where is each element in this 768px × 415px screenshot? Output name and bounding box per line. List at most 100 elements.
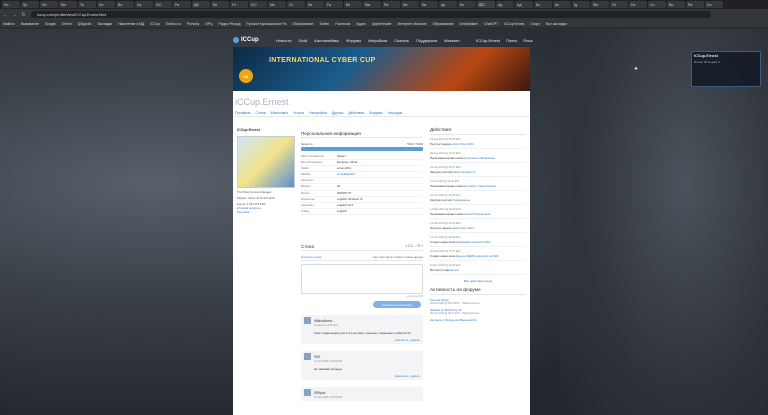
menu-item[interactable]: Инфобаза (368, 38, 387, 43)
bookmark-item[interactable]: Спорт (530, 22, 540, 26)
browser-tab[interactable]: Бо (534, 1, 552, 8)
browser-tab[interactable]: Со (705, 1, 723, 8)
browser-tab[interactable]: Mo (59, 1, 77, 8)
bookmark-item[interactable]: Выживание (21, 22, 39, 26)
browser-tab[interactable]: Sp (21, 1, 39, 8)
profile-tab[interactable]: Действия (348, 111, 364, 115)
url-field[interactable]: iccup.com/profile/view/ICCup.Ernest.html (31, 11, 711, 18)
browser-tab[interactable]: Бе (211, 1, 229, 8)
browser-tab[interactable]: Ра (173, 1, 191, 8)
bookmark-item[interactable]: iCCup (150, 22, 159, 26)
event-link[interactable]: Сохраненное (453, 198, 470, 202)
bookmark-item[interactable]: iCCup Ernest (504, 22, 524, 26)
browser-tab[interactable]: iCC (154, 1, 172, 8)
browser-tab[interactable]: De (306, 1, 324, 8)
profile-tab[interactable]: Форумы (369, 111, 383, 115)
post-actions[interactable]: ответить на · удалить (304, 375, 420, 378)
browser-tab[interactable]: ДФ (192, 1, 210, 8)
browser-tab[interactable]: Ла (135, 1, 153, 8)
event-link[interactable]: admin-icb-game-2 (453, 170, 476, 174)
menu-item[interactable]: Кастомгеймы (314, 38, 339, 43)
browser-tab[interactable]: Гл (230, 1, 248, 8)
event-link[interactable]: Медиадарк новостей 2024 (456, 240, 490, 244)
event-link[interactable]: Admin Tour 2024 (452, 226, 473, 230)
bookmark-item[interactable]: Google (45, 22, 56, 26)
browser-tab[interactable]: Во (116, 1, 134, 8)
bookmark-item[interactable]: Население в МД (118, 22, 144, 26)
post-author[interactable]: WildcatArma... (314, 319, 335, 323)
bookmark-item[interactable]: Twitter (319, 22, 329, 26)
browser-tab[interactable]: Gr (610, 1, 628, 8)
browser-tab[interactable]: Ра (382, 1, 400, 8)
author-avatar[interactable] (304, 389, 311, 396)
author-avatar[interactable] (304, 317, 311, 324)
bookmark-item[interactable]: ChatGPT (484, 22, 498, 26)
forward-icon[interactable]: → (11, 11, 18, 18)
menu-item[interactable]: Магазин (444, 38, 459, 43)
event-link[interactable]: Игровое Обновление (467, 156, 495, 160)
profile-link[interactable]: Лентовка (237, 210, 295, 214)
menu-item[interactable]: Форумы (346, 38, 361, 43)
post-author[interactable]: iDRipAs (314, 391, 326, 395)
profile-tab[interactable]: Услуги (293, 111, 304, 115)
bookmark-item[interactable]: Интернет Магазин (398, 22, 427, 26)
clear-wall-link[interactable]: Очистить стену (301, 255, 322, 259)
browser-tab[interactable]: Ма (363, 1, 381, 8)
profile-tab[interactable]: Награды (388, 111, 403, 115)
event-link[interactable]: Ernest (451, 268, 459, 272)
bookmark-item[interactable]: ИРЦ (205, 22, 212, 26)
bookmark-item[interactable]: Все закладки (546, 22, 567, 26)
bookmark-item[interactable]: Радио Рекорд (219, 22, 241, 26)
profile-tab[interactable]: Стена (256, 111, 266, 115)
bookmark-item[interactable]: Образование (292, 22, 313, 26)
bookmark-item[interactable]: Русское Музыкальное Ра (246, 22, 286, 26)
info-value[interactable]: ernestkleinsfinn (337, 172, 356, 177)
user-menu-item[interactable]: Язык (523, 38, 532, 43)
post-actions[interactable]: ответить на · удалить (304, 339, 420, 342)
menu-item[interactable]: Поддержка (416, 38, 437, 43)
bookmark-item[interactable]: QSignals (78, 22, 92, 26)
event-link[interactable]: Деньги iNEWS новостей за 2024 (456, 254, 498, 258)
event-link[interactable]: Custom Closed Games (467, 184, 496, 188)
browser-tab[interactable]: Ho (2, 1, 20, 8)
reload-icon[interactable]: ↻ (20, 11, 27, 18)
browser-tab[interactable]: ICC (249, 1, 267, 8)
browser-tab[interactable]: Ас (553, 1, 571, 8)
wall-pager[interactable]: 1 2 3 ... 74 » (405, 244, 423, 248)
user-menu-item[interactable]: ICCup.Ernest (476, 38, 500, 43)
wall-message-input[interactable] (301, 264, 423, 294)
browser-tab[interactable]: Но (629, 1, 647, 8)
profile-tab[interactable]: Профиль (235, 111, 251, 115)
profile-tab[interactable]: Настройки (309, 111, 327, 115)
forum-link[interactable]: Контакты и Форма для Вакансий DL (430, 318, 526, 322)
profile-tab[interactable]: Мастхэвст (271, 111, 288, 115)
bookmark-item[interactable]: AppleHeader (372, 22, 392, 26)
browser-tab[interactable]: Бе (344, 1, 362, 8)
tournament-banner[interactable]: 24 INTERNATIONAL CYBER CUP ICCup.Ernest … (233, 47, 761, 91)
browser-tab[interactable]: iCC (477, 1, 495, 8)
user-panel-name[interactable]: ICCup.Ernest (694, 54, 758, 58)
bookmark-item[interactable]: Facebook (335, 22, 350, 26)
back-icon[interactable]: ← (2, 11, 9, 18)
browser-tab[interactable]: Mo (268, 1, 286, 8)
browser-tab[interactable]: Ho (97, 1, 115, 8)
browser-tab[interactable]: To (78, 1, 96, 8)
post-message-button[interactable]: Оставить сообщение (373, 301, 421, 308)
bookmark-item[interactable]: Аудио (356, 22, 366, 26)
bookmark-item[interactable]: Online (62, 22, 72, 26)
menu-item[interactable]: Новости (276, 38, 291, 43)
profile-tab[interactable]: Друзья (332, 111, 344, 115)
browser-tab[interactable]: Ig (572, 1, 590, 8)
browser-tab[interactable]: Ка (420, 1, 438, 8)
browser-tab[interactable]: Ар (439, 1, 457, 8)
bookmark-item[interactable]: DeepWalker (460, 22, 479, 26)
menu-item[interactable]: DotA (298, 38, 307, 43)
menu-item[interactable]: Скачать (394, 38, 409, 43)
bookmark-item[interactable]: SmDuo.ro (166, 22, 181, 26)
browser-tab[interactable]: Gi (287, 1, 305, 8)
browser-tab[interactable]: Ag (496, 1, 514, 8)
browser-tab[interactable]: Со (648, 1, 666, 8)
browser-tab[interactable]: Ho (40, 1, 58, 8)
browser-tab[interactable]: Wo (591, 1, 609, 8)
browser-tab[interactable]: Во (667, 1, 685, 8)
